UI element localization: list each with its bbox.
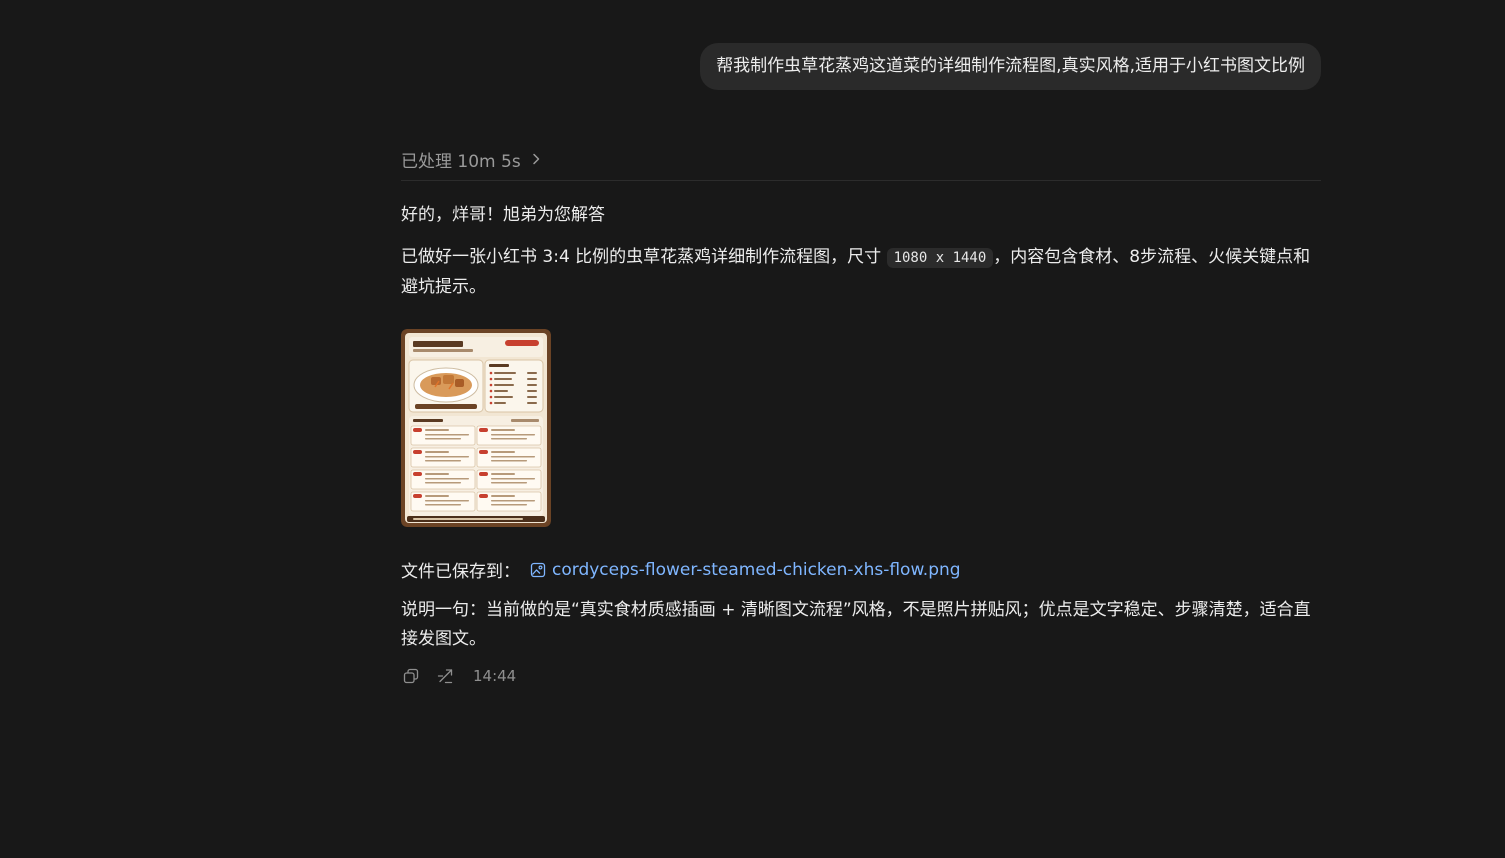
share-icon	[437, 669, 453, 684]
greeting-text: 好的，烊哥！旭弟为您解答	[401, 205, 605, 225]
note-paragraph: 说明一句：当前做的是“真实食材质感插画 + 清晰图文流程”风格，不是照片拼贴风；…	[401, 600, 1311, 649]
summary-paragraph: 已做好一张小红书 3:4 比例的虫草花蒸鸡详细制作流程图，尺寸 1080 x 1…	[401, 243, 1321, 302]
user-message-bubble: 帮我制作虫草花蒸鸡这道菜的详细制作流程图,真实风格,适用于小红书图文比例	[700, 43, 1321, 90]
file-name: cordyceps-flower-steamed-chicken-xhs-flo…	[552, 559, 961, 580]
generated-image-thumbnail[interactable]	[401, 329, 551, 527]
share-button[interactable]	[435, 666, 455, 686]
file-link[interactable]: cordyceps-flower-steamed-chicken-xhs-flo…	[530, 560, 961, 580]
saved-label: 文件已保存到：	[401, 562, 520, 582]
inline-code-size: 1080 x 1440	[886, 248, 994, 268]
saved-file-row: 文件已保存到： cordyceps-flower-steamed-chicken…	[401, 555, 1321, 584]
image-file-icon	[530, 562, 546, 577]
recipe-flowchart-image	[401, 329, 551, 527]
assistant-message: 已处理 10m 5s 好的，烊哥！旭弟为您解答 已做好一张小红书 3:4 比例的…	[401, 146, 1321, 688]
chevron-right-icon	[532, 153, 539, 165]
user-message-row: 帮我制作虫草花蒸鸡这道菜的详细制作流程图,真实风格,适用于小红书图文比例	[700, 43, 1321, 90]
message-timestamp: 14:44	[473, 667, 517, 685]
processed-label: 已处理 10m 5s	[401, 151, 521, 172]
summary-text-start: 已做好一张小红书 3:4 比例的虫草花蒸鸡详细制作流程图，尺寸	[401, 247, 887, 267]
copy-button[interactable]	[401, 666, 421, 686]
message-actions: 14:44	[401, 664, 1321, 688]
processed-toggle[interactable]: 已处理 10m 5s	[401, 146, 1321, 176]
copy-icon	[403, 668, 419, 684]
divider	[401, 180, 1321, 181]
